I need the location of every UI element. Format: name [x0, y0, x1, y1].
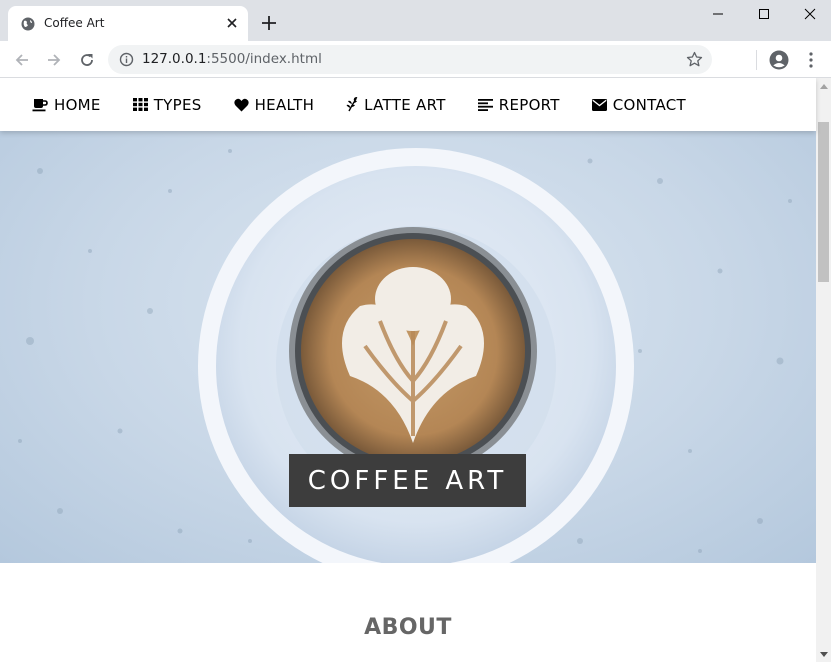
new-tab-icon[interactable] — [258, 12, 280, 34]
window-close-button[interactable] — [787, 0, 831, 28]
scroll-down-arrow-icon — [819, 651, 828, 657]
site-navbar: HOME TYPES HEALTH LATTE ART REPORT CONTA… — [0, 78, 816, 131]
hero-title: COFFEE ART — [307, 465, 508, 496]
scroll-up-button[interactable] — [816, 78, 831, 93]
url-text: 127.0.0.1:5500/index.html — [142, 51, 322, 67]
coffee-cup-icon — [32, 98, 48, 111]
reload-icon — [81, 54, 93, 66]
nav-label-report: REPORT — [498, 95, 560, 114]
address-bar[interactable]: 127.0.0.1:5500/index.html — [108, 45, 712, 74]
tab-title: Coffee Art — [44, 16, 105, 30]
reload-button[interactable] — [76, 49, 98, 71]
nav-item-contact[interactable]: CONTACT — [576, 78, 702, 131]
toolbar-divider — [756, 50, 757, 70]
nav-item-report[interactable]: REPORT — [462, 78, 576, 131]
grid-icon — [132, 98, 148, 111]
hero-title-box: COFFEE ART — [289, 454, 526, 507]
hero-banner: COFFEE ART — [0, 131, 816, 563]
window-close-icon — [804, 8, 816, 20]
nav-label-contact: CONTACT — [612, 95, 686, 114]
forward-button[interactable] — [43, 49, 65, 71]
url-host: 127.0.0.1 — [142, 51, 207, 67]
heart-icon — [233, 98, 249, 111]
back-arrow-icon — [15, 54, 28, 66]
minimize-icon — [713, 13, 723, 15]
minimize-button[interactable] — [695, 0, 741, 28]
maximize-icon — [759, 9, 769, 19]
profile-icon[interactable] — [769, 50, 789, 70]
nav-item-latte-art[interactable]: LATTE ART — [330, 78, 462, 131]
globe-icon — [21, 17, 35, 31]
browser-tabstrip: Coffee Art — [0, 0, 831, 41]
scrollbar-thumb[interactable] — [818, 122, 829, 282]
align-left-icon — [477, 98, 493, 111]
forward-arrow-icon — [48, 54, 61, 66]
leaf-icon — [346, 97, 358, 112]
nav-item-health[interactable]: HEALTH — [218, 78, 331, 131]
info-icon[interactable] — [119, 52, 134, 67]
envelope-icon — [591, 98, 607, 111]
scroll-down-button[interactable] — [816, 647, 831, 662]
close-tab-icon[interactable] — [224, 15, 240, 31]
browser-toolbar: 127.0.0.1:5500/index.html — [0, 41, 831, 78]
maximize-button[interactable] — [741, 0, 787, 28]
scroll-up-arrow-icon — [819, 83, 828, 89]
nav-label-latte-art: LATTE ART — [364, 95, 446, 114]
page-viewport: HOME TYPES HEALTH LATTE ART REPORT CONTA… — [0, 78, 831, 662]
nav-label-types: TYPES — [153, 95, 202, 114]
nav-item-types[interactable]: TYPES — [117, 78, 218, 131]
nav-item-home[interactable]: HOME — [16, 78, 117, 131]
about-heading: ABOUT — [364, 615, 452, 640]
page-scrollbar[interactable] — [816, 78, 831, 662]
back-button[interactable] — [11, 49, 33, 71]
browser-tab[interactable]: Coffee Art — [8, 6, 248, 41]
kebab-menu-icon[interactable] — [806, 51, 816, 69]
nav-label-home: HOME — [54, 95, 101, 114]
nav-label-health: HEALTH — [254, 95, 315, 114]
url-path: :5500/index.html — [206, 51, 322, 67]
bookmark-star-icon[interactable] — [686, 51, 703, 68]
